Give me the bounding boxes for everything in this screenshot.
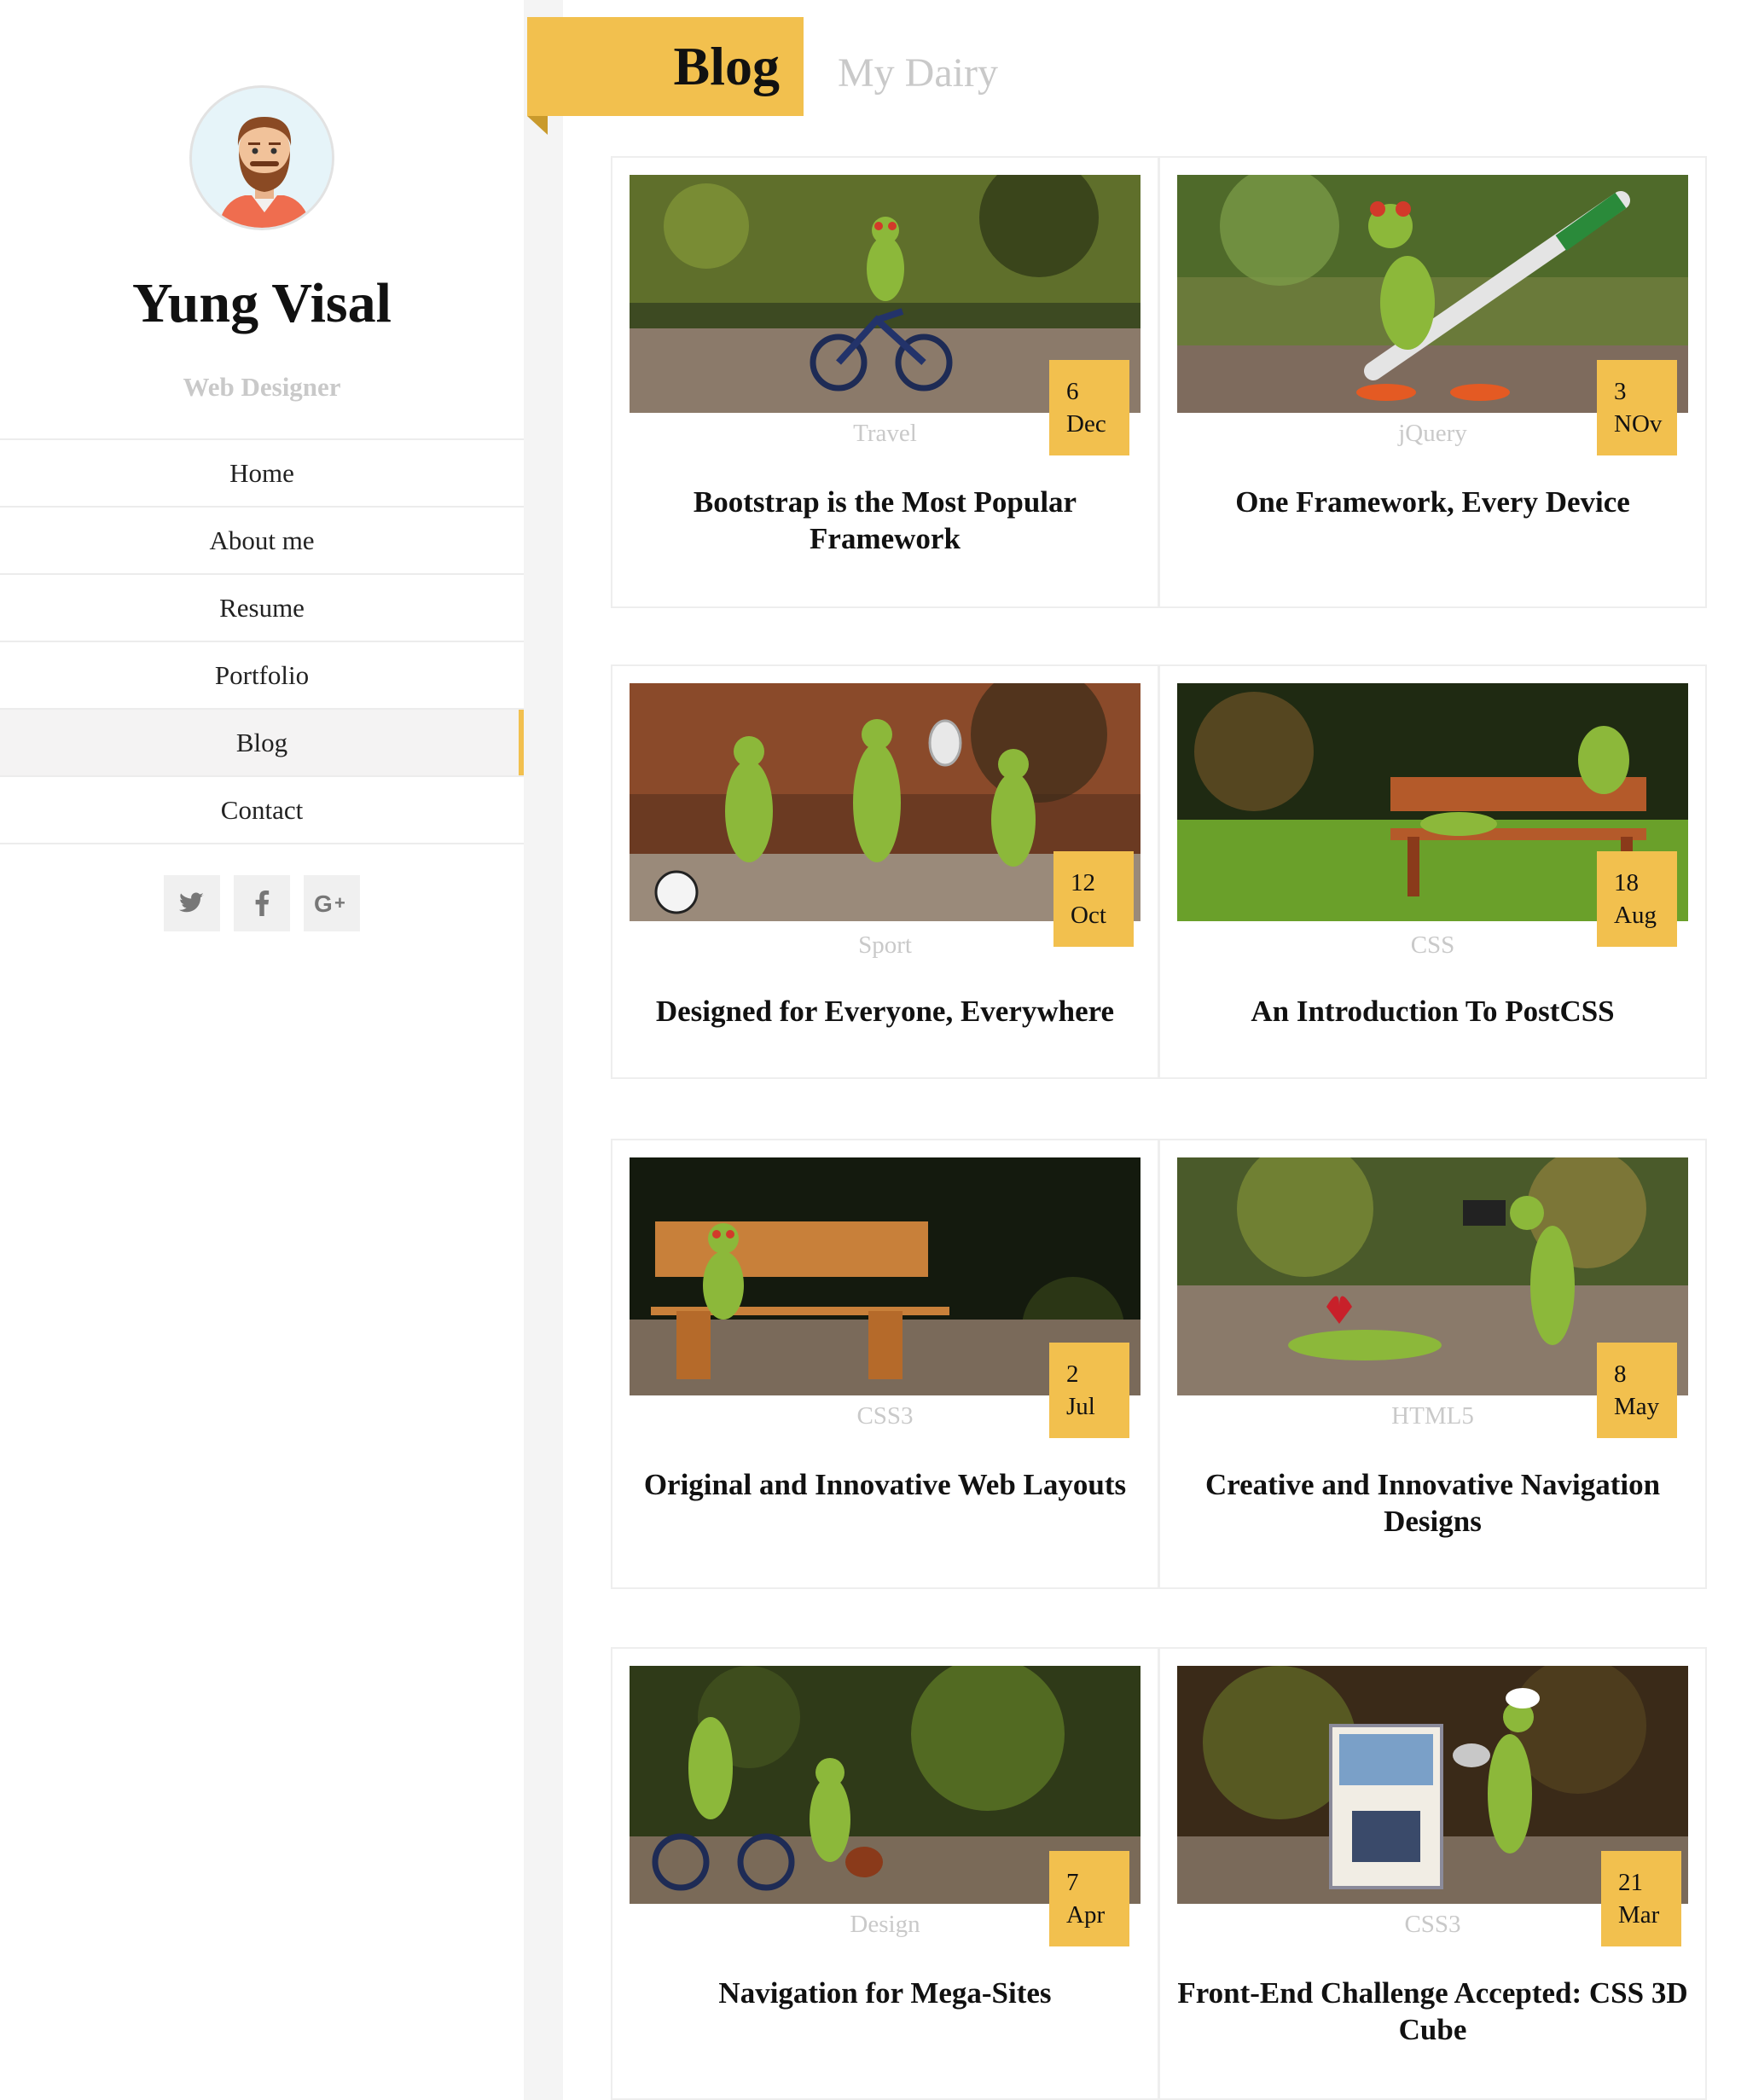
svg-text:+: + bbox=[334, 892, 345, 914]
post-category[interactable]: jQuery bbox=[1160, 420, 1705, 448]
post-title[interactable]: One Framework, Every Device bbox=[1177, 484, 1688, 520]
post-title[interactable]: Navigation for Mega-Sites bbox=[630, 1975, 1140, 2011]
blog-card[interactable]: 21 Mar CSS3 Front-End Challenge Accepted… bbox=[1158, 1647, 1707, 2100]
post-category[interactable]: Sport bbox=[612, 931, 1158, 960]
date-day: 12 bbox=[1071, 869, 1095, 896]
date-day: 3 bbox=[1614, 378, 1627, 405]
date-day: 7 bbox=[1066, 1869, 1079, 1896]
nav-item-portfolio[interactable]: Portfolio bbox=[0, 642, 524, 710]
sidebar: Yung Visal Web Designer Home About me Re… bbox=[0, 0, 524, 2100]
date-day: 2 bbox=[1066, 1360, 1079, 1388]
post-category[interactable]: CSS3 bbox=[1160, 1911, 1705, 1939]
facebook-icon bbox=[255, 890, 270, 916]
avatar bbox=[189, 85, 334, 230]
avatar-illustration bbox=[192, 88, 332, 228]
profile-role: Web Designer bbox=[183, 372, 341, 402]
section-subtitle: My Dairy bbox=[838, 50, 998, 96]
date-month: Oct bbox=[1071, 902, 1106, 929]
svg-text:G: G bbox=[314, 890, 333, 916]
facebook-button[interactable] bbox=[234, 875, 290, 931]
post-category[interactable]: CSS3 bbox=[612, 1402, 1158, 1430]
post-title[interactable]: Bootstrap is the Most Popular Framework bbox=[630, 484, 1140, 557]
blog-card[interactable]: 18 Aug CSS An Introduction To PostCSS bbox=[1158, 664, 1707, 1079]
post-title[interactable]: Original and Innovative Web Layouts bbox=[630, 1466, 1140, 1503]
post-category[interactable]: Travel bbox=[612, 420, 1158, 448]
googleplus-icon: G + bbox=[314, 890, 345, 916]
main-nav: Home About me Resume Portfolio Blog Cont… bbox=[0, 438, 524, 844]
content-gutter bbox=[524, 0, 563, 2100]
googleplus-button[interactable]: G + bbox=[304, 875, 360, 931]
post-title[interactable]: Creative and Innovative Navigation Desig… bbox=[1177, 1466, 1688, 1540]
nav-item-home[interactable]: Home bbox=[0, 440, 524, 508]
nav-item-blog[interactable]: Blog bbox=[0, 710, 524, 777]
date-day: 21 bbox=[1618, 1869, 1643, 1896]
post-title[interactable]: Front-End Challenge Accepted: CSS 3D Cub… bbox=[1177, 1975, 1688, 2048]
blog-card[interactable]: 8 May HTML5 Creative and Innovative Navi… bbox=[1158, 1139, 1707, 1589]
blog-card[interactable]: 7 Apr Design Navigation for Mega-Sites bbox=[611, 1647, 1159, 2100]
post-title[interactable]: Designed for Everyone, Everywhere bbox=[630, 993, 1140, 1030]
post-category[interactable]: CSS bbox=[1160, 931, 1705, 960]
blog-card[interactable]: 12 Oct Sport Designed for Everyone, Ever… bbox=[611, 664, 1159, 1079]
post-title[interactable]: An Introduction To PostCSS bbox=[1177, 993, 1688, 1030]
twitter-button[interactable] bbox=[164, 875, 220, 931]
nav-item-contact[interactable]: Contact bbox=[0, 777, 524, 844]
date-day: 6 bbox=[1066, 378, 1079, 405]
social-links: G + bbox=[0, 875, 524, 931]
post-category[interactable]: Design bbox=[612, 1911, 1158, 1939]
date-day: 18 bbox=[1614, 869, 1639, 896]
section-tab-fold bbox=[527, 116, 548, 135]
twitter-icon bbox=[179, 892, 204, 913]
blog-card[interactable]: 6 Dec Travel Bootstrap is the Most Popul… bbox=[611, 156, 1159, 608]
date-month: Aug bbox=[1614, 902, 1657, 929]
date-day: 8 bbox=[1614, 1360, 1627, 1388]
blog-card[interactable]: 3 NOv jQuery One Framework, Every Device bbox=[1158, 156, 1707, 608]
nav-item-about[interactable]: About me bbox=[0, 508, 524, 575]
blog-card[interactable]: 2 Jul CSS3 Original and Innovative Web L… bbox=[611, 1139, 1159, 1589]
nav-item-resume[interactable]: Resume bbox=[0, 575, 524, 642]
profile-name: Yung Visal bbox=[132, 272, 392, 334]
post-category[interactable]: HTML5 bbox=[1160, 1402, 1705, 1430]
section-tab: Blog bbox=[527, 17, 804, 116]
